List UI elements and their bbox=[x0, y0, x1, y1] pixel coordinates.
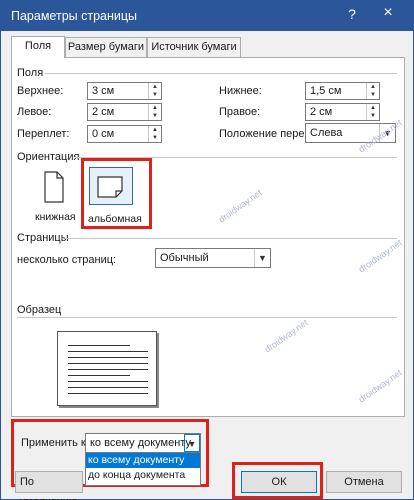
apply-to-dropdown-list: ко всему документу до конца документа bbox=[85, 452, 201, 486]
close-icon[interactable]: × bbox=[379, 4, 397, 22]
left-margin-field[interactable]: 2 см ▲ ▼ bbox=[87, 103, 162, 121]
window-title: Параметры страницы bbox=[11, 9, 138, 23]
preview-section-label: Образец bbox=[17, 304, 62, 316]
spin-arrows[interactable]: ▲ ▼ bbox=[148, 126, 161, 142]
gutter-field[interactable]: 0 см ▲ ▼ bbox=[87, 125, 162, 143]
preview-line bbox=[68, 387, 148, 388]
top-margin-label: Верхнее: bbox=[17, 85, 64, 97]
multiple-pages-value: Обычный bbox=[160, 252, 209, 264]
pages-section-label: Страницы bbox=[17, 232, 69, 244]
preview-page bbox=[57, 331, 157, 406]
landscape-highlight bbox=[81, 158, 152, 229]
gutter-value: 0 см bbox=[92, 128, 115, 140]
preview-line bbox=[68, 357, 148, 358]
gutter-label: Переплет: bbox=[17, 128, 70, 140]
preview-line bbox=[68, 369, 148, 370]
preview-line bbox=[68, 381, 148, 382]
ok-highlight bbox=[232, 462, 323, 499]
spin-arrows[interactable]: ▲ ▼ bbox=[148, 104, 161, 120]
spin-arrows[interactable]: ▲ ▼ bbox=[366, 83, 379, 99]
page-setup-dialog: Параметры страницы ? × Поля Размер бумаг… bbox=[0, 0, 414, 500]
right-margin-label: Правое: bbox=[219, 106, 261, 118]
apply-option-whole-document[interactable]: ко всему документу bbox=[86, 453, 200, 468]
cancel-button[interactable]: Отмена bbox=[326, 471, 402, 493]
bottom-margin-label: Нижнее: bbox=[219, 85, 262, 97]
preview-line bbox=[68, 363, 148, 364]
tab-margins[interactable]: Поля bbox=[11, 36, 65, 58]
tab-paper-size[interactable]: Размер бумаги bbox=[65, 37, 147, 57]
bottom-margin-value: 1,5 см bbox=[310, 85, 342, 97]
left-margin-label: Левое: bbox=[17, 106, 52, 118]
portrait-label: книжная bbox=[35, 211, 76, 223]
preview-line bbox=[68, 345, 130, 346]
margins-section-label: Поля bbox=[17, 67, 44, 79]
title-bar: Параметры страницы ? × bbox=[1, 1, 413, 31]
tab-paper-source[interactable]: Источник бумаги bbox=[147, 37, 241, 57]
multiple-pages-select[interactable]: Обычный ▼ bbox=[155, 248, 271, 268]
top-margin-value: 3 см bbox=[92, 85, 115, 97]
right-margin-field[interactable]: 2 см ▲ ▼ bbox=[305, 103, 380, 121]
divider bbox=[17, 317, 397, 318]
right-margin-value: 2 см bbox=[310, 106, 333, 118]
portrait-page-icon bbox=[44, 171, 64, 203]
chevron-down-icon[interactable]: ▼ bbox=[254, 249, 270, 267]
multiple-pages-label: несколько страниц: bbox=[17, 254, 117, 266]
orientation-section-label: Ориентация bbox=[17, 151, 80, 163]
preview-line bbox=[68, 393, 148, 394]
divider bbox=[45, 73, 397, 74]
help-icon[interactable]: ? bbox=[345, 6, 359, 22]
gutter-position-value: Слева bbox=[310, 127, 343, 139]
preview-line bbox=[68, 351, 148, 352]
set-default-button[interactable]: По умолчанию bbox=[15, 471, 83, 500]
spin-arrows[interactable]: ▲ ▼ bbox=[148, 83, 161, 99]
spin-arrows[interactable]: ▲ ▼ bbox=[366, 104, 379, 120]
apply-option-to-end[interactable]: до конца документа bbox=[86, 468, 200, 483]
portrait-button[interactable] bbox=[31, 168, 75, 206]
top-margin-field[interactable]: 3 см ▲ ▼ bbox=[87, 82, 162, 100]
preview-line bbox=[68, 375, 130, 376]
left-margin-value: 2 см bbox=[92, 106, 115, 118]
divider bbox=[65, 238, 397, 239]
bottom-margin-field[interactable]: 1,5 см ▲ ▼ bbox=[305, 82, 380, 100]
